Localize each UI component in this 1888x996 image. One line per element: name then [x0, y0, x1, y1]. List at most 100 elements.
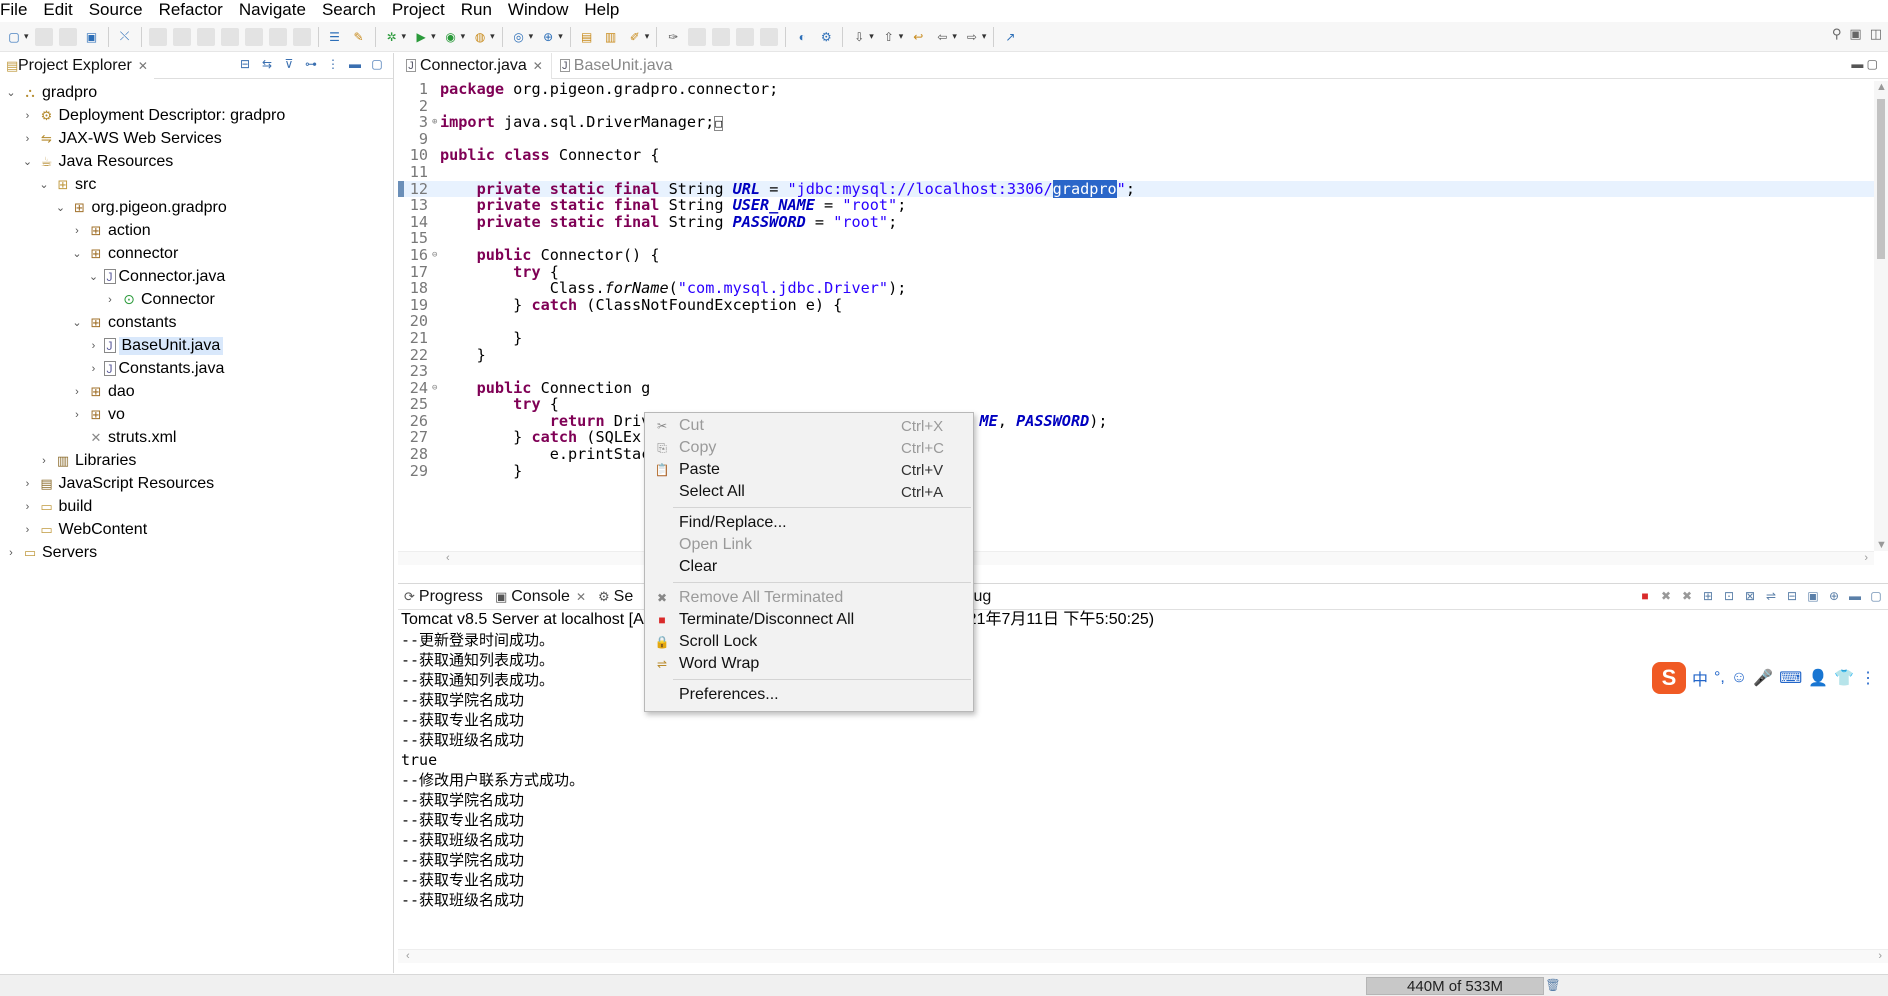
- tree-item[interactable]: › J BaseUnit.java: [0, 334, 393, 357]
- tab-baseunit-java[interactable]: J BaseUnit.java: [552, 53, 681, 79]
- pin-editor-icon[interactable]: ↗: [1001, 28, 1019, 46]
- editor-vertical-scrollbar[interactable]: ▲ ▼: [1874, 81, 1888, 551]
- menu-search[interactable]: Search: [314, 0, 384, 20]
- tab-project-explorer[interactable]: ▤ Project Explorer ✕: [0, 52, 154, 79]
- next-annotation-dropdown-icon[interactable]: ▾: [869, 31, 874, 42]
- collapse-arrow-icon[interactable]: ⌄: [87, 270, 101, 283]
- menu-item-preferences[interactable]: Preferences...: [645, 684, 973, 706]
- run-dropdown-icon[interactable]: ▾: [431, 31, 436, 42]
- collapse-arrow-icon[interactable]: ⌄: [70, 247, 84, 260]
- step-into-icon[interactable]: [244, 27, 263, 46]
- open-perspective-icon[interactable]: ▣: [1849, 26, 1861, 42]
- tree-item[interactable]: › ⚙ Deployment Descriptor: gradpro: [0, 104, 393, 127]
- forward-icon[interactable]: ⇨: [963, 28, 981, 46]
- skip-breakpoints-icon[interactable]: ⤬: [116, 28, 134, 46]
- tree-item[interactable]: › ⊙ Connector: [0, 288, 393, 311]
- more-icon[interactable]: ⋮: [1860, 668, 1876, 688]
- menu-help[interactable]: Help: [576, 0, 627, 20]
- expand-arrow-icon[interactable]: ›: [21, 478, 35, 490]
- fold-toggle-icon[interactable]: ⊖: [432, 247, 440, 264]
- focus-icon[interactable]: ⊶: [303, 57, 319, 71]
- menu-item-paste[interactable]: 📋 Paste Ctrl+V: [645, 459, 973, 481]
- server-icon[interactable]: ⚙: [817, 28, 835, 46]
- microphone-icon[interactable]: 🎤: [1753, 668, 1773, 688]
- search-dropdown-icon[interactable]: ▾: [645, 31, 650, 42]
- expand-arrow-icon[interactable]: ›: [37, 455, 51, 467]
- tab-connector-java[interactable]: J Connector.java ✕: [398, 52, 552, 79]
- forward-dropdown-icon[interactable]: ▾: [982, 31, 987, 42]
- menu-item-scroll-lock[interactable]: 🔒 Scroll Lock: [645, 631, 973, 653]
- resume-icon[interactable]: [148, 27, 167, 46]
- debug-dropdown-icon[interactable]: ▾: [402, 31, 407, 42]
- tree-item[interactable]: › J Constants.java: [0, 357, 393, 380]
- pin-console-icon[interactable]: ⊟: [1784, 589, 1800, 603]
- back-dropdown-icon[interactable]: ▾: [952, 31, 957, 42]
- tree-item[interactable]: › ▤ JavaScript Resources: [0, 472, 393, 495]
- collapse-arrow-icon[interactable]: ⌄: [54, 201, 68, 214]
- menu-refactor[interactable]: Refactor: [151, 0, 231, 20]
- coverage-icon[interactable]: ◉: [442, 28, 460, 46]
- open-type-icon[interactable]: ▤: [578, 28, 596, 46]
- task-icon[interactable]: ✎: [350, 28, 368, 46]
- external-tools-dropdown-icon[interactable]: ▾: [490, 31, 495, 42]
- last-edit-location-icon[interactable]: ↩: [909, 28, 927, 46]
- console-minimize-icon[interactable]: ▬: [1847, 589, 1863, 603]
- close-icon[interactable]: ✕: [576, 590, 586, 604]
- show-console-on-error-icon[interactable]: ⊠: [1742, 589, 1758, 603]
- scroll-right-icon[interactable]: ›: [1878, 950, 1882, 962]
- view-menu-icon[interactable]: ⋮: [325, 57, 341, 71]
- expand-arrow-icon[interactable]: ›: [70, 225, 84, 237]
- menu-window[interactable]: Window: [500, 0, 576, 20]
- block-selection-icon[interactable]: [712, 27, 731, 46]
- tree-item[interactable]: ⌄ ⊞ org.pigeon.gradpro: [0, 196, 393, 219]
- tree-item[interactable]: ⌄ ⊞ src: [0, 173, 393, 196]
- run-icon[interactable]: ▶: [412, 28, 430, 46]
- close-icon[interactable]: ✕: [138, 59, 148, 73]
- expand-arrow-icon[interactable]: ›: [87, 340, 101, 352]
- link-with-editor-icon[interactable]: ⇆: [259, 57, 275, 71]
- collapse-arrow-icon[interactable]: ⌄: [4, 86, 18, 99]
- minimize-icon[interactable]: ▬: [347, 57, 363, 71]
- skin-icon[interactable]: 👕: [1834, 668, 1854, 688]
- coverage-dropdown-icon[interactable]: ▾: [461, 31, 466, 42]
- menu-edit[interactable]: Edit: [35, 0, 80, 20]
- new-package-icon[interactable]: ⊕: [539, 28, 557, 46]
- expand-arrow-icon[interactable]: ›: [21, 133, 35, 145]
- word-wrap-icon[interactable]: ⇌: [1763, 589, 1779, 603]
- tree-item[interactable]: › ⇋ JAX-WS Web Services: [0, 127, 393, 150]
- suspend-icon[interactable]: [172, 27, 191, 46]
- tab-progress[interactable]: ⟳ Progress: [398, 584, 489, 610]
- expand-arrow-icon[interactable]: ›: [87, 363, 101, 375]
- close-icon[interactable]: ✕: [533, 59, 543, 73]
- scroll-left-icon[interactable]: ‹: [446, 552, 450, 564]
- tree-item[interactable]: › ⊞ vo: [0, 403, 393, 426]
- open-console-icon[interactable]: ▣: [83, 28, 101, 46]
- scroll-left-icon[interactable]: ‹: [406, 950, 410, 962]
- tab-console[interactable]: ▣ Console ✕: [489, 584, 592, 610]
- scroll-lock-icon[interactable]: ⊞: [1700, 589, 1716, 603]
- sogou-logo-icon[interactable]: S: [1652, 662, 1686, 694]
- collapse-all-icon[interactable]: ⊟: [237, 57, 253, 71]
- tree-item[interactable]: › ▭ Servers: [0, 541, 393, 564]
- save-all-icon[interactable]: [58, 27, 77, 46]
- tree-item[interactable]: ⌄ ⊞ constants: [0, 311, 393, 334]
- open-task-icon[interactable]: ▥: [602, 28, 620, 46]
- toggle-mark-occurrences-icon[interactable]: ✑: [664, 28, 682, 46]
- show-whitespace-icon[interactable]: [736, 27, 755, 46]
- step-over-icon[interactable]: [268, 27, 287, 46]
- remove-all-terminated-icon[interactable]: ✖: [1679, 589, 1695, 603]
- editor-horizontal-scrollbar[interactable]: ‹ ›: [398, 551, 1874, 565]
- tree-item[interactable]: › ▭ build: [0, 495, 393, 518]
- menu-navigate[interactable]: Navigate: [231, 0, 314, 20]
- previous-annotation-dropdown-icon[interactable]: ▾: [899, 31, 904, 42]
- collapse-arrow-icon[interactable]: ⌄: [37, 178, 51, 191]
- console-horizontal-scrollbar[interactable]: ‹ ›: [398, 949, 1888, 963]
- external-tools-icon[interactable]: ◍: [471, 28, 489, 46]
- menu-item-clear[interactable]: Clear: [645, 556, 973, 578]
- next-annotation-icon[interactable]: ⇩: [850, 28, 868, 46]
- back-icon[interactable]: ⇦: [933, 28, 951, 46]
- tree-item[interactable]: ⌄ ☕ Java Resources: [0, 150, 393, 173]
- menu-run[interactable]: Run: [453, 0, 500, 20]
- expand-arrow-icon[interactable]: ›: [21, 524, 35, 536]
- fold-toggle-icon[interactable]: ⊕: [432, 114, 440, 131]
